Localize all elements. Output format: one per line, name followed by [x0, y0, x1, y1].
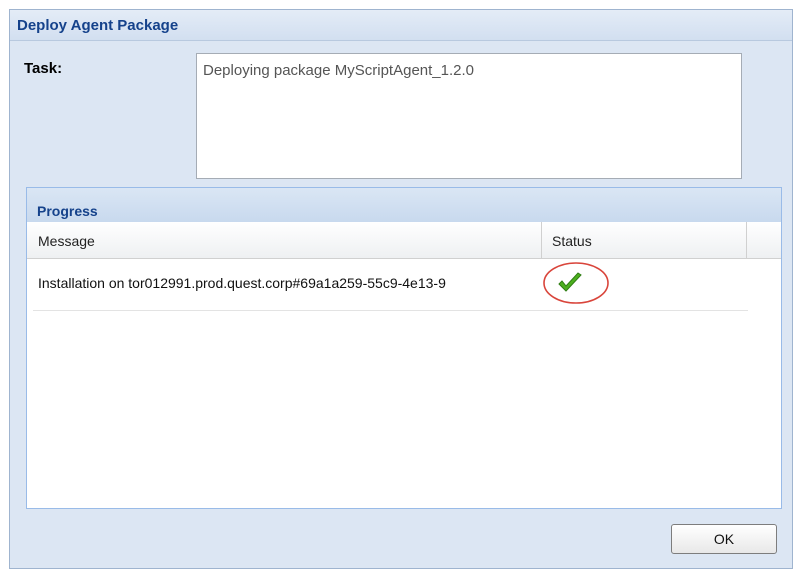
title-bar[interactable]: Deploy Agent Package: [10, 10, 792, 41]
column-header-filler: [747, 222, 781, 258]
deploy-agent-dialog: Deploy Agent Package Task: Deploying pac…: [9, 9, 793, 569]
task-label: Task:: [24, 60, 63, 77]
progress-panel: Progress Message Status Installation on …: [26, 187, 782, 509]
dialog-title: Deploy Agent Package: [17, 17, 179, 34]
progress-header: Progress: [27, 188, 781, 223]
task-text: Deploying package MyScriptAgent_1.2.0: [203, 62, 474, 79]
task-textarea[interactable]: Deploying package MyScriptAgent_1.2.0: [196, 53, 742, 179]
check-icon: [558, 272, 582, 292]
status-cell: [542, 260, 748, 310]
ok-button[interactable]: OK: [671, 524, 777, 554]
message-cell: Installation on tor012991.prod.quest.cor…: [38, 275, 446, 291]
table-row[interactable]: Installation on tor012991.prod.quest.cor…: [33, 260, 748, 311]
progress-title: Progress: [37, 203, 98, 219]
column-header-message[interactable]: Message: [27, 222, 542, 258]
grid-header: Message Status: [27, 222, 781, 259]
column-header-status[interactable]: Status: [542, 222, 747, 258]
